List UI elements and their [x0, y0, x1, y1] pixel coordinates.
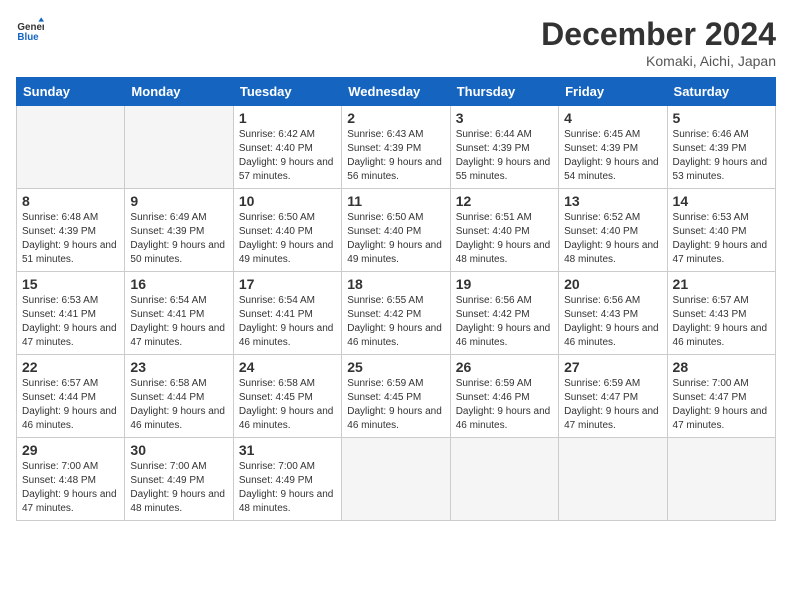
col-monday: Monday — [125, 78, 233, 106]
table-row: 4 Sunrise: 6:45 AMSunset: 4:39 PMDayligh… — [559, 106, 667, 189]
table-row: 27 Sunrise: 6:59 AMSunset: 4:47 PMDaylig… — [559, 355, 667, 438]
week-row-1: 1 Sunrise: 6:42 AMSunset: 4:40 PMDayligh… — [17, 106, 776, 189]
table-row: 18 Sunrise: 6:55 AMSunset: 4:42 PMDaylig… — [342, 272, 450, 355]
logo: General Blue — [16, 16, 44, 44]
col-thursday: Thursday — [450, 78, 558, 106]
table-row — [17, 106, 125, 189]
week-row-3: 15 Sunrise: 6:53 AMSunset: 4:41 PMDaylig… — [17, 272, 776, 355]
svg-text:Blue: Blue — [17, 32, 39, 43]
table-row: 19 Sunrise: 6:56 AMSunset: 4:42 PMDaylig… — [450, 272, 558, 355]
table-row: 25 Sunrise: 6:59 AMSunset: 4:45 PMDaylig… — [342, 355, 450, 438]
table-row: 5 Sunrise: 6:46 AMSunset: 4:39 PMDayligh… — [667, 106, 775, 189]
col-sunday: Sunday — [17, 78, 125, 106]
col-wednesday: Wednesday — [342, 78, 450, 106]
location: Komaki, Aichi, Japan — [541, 53, 776, 69]
calendar-table: Sunday Monday Tuesday Wednesday Thursday… — [16, 77, 776, 521]
table-row: 3 Sunrise: 6:44 AMSunset: 4:39 PMDayligh… — [450, 106, 558, 189]
month-title: December 2024 — [541, 16, 776, 53]
table-row: 10 Sunrise: 6:50 AMSunset: 4:40 PMDaylig… — [233, 189, 341, 272]
table-row: 24 Sunrise: 6:58 AMSunset: 4:45 PMDaylig… — [233, 355, 341, 438]
table-row: 2 Sunrise: 6:43 AMSunset: 4:39 PMDayligh… — [342, 106, 450, 189]
table-row: 31 Sunrise: 7:00 AMSunset: 4:49 PMDaylig… — [233, 438, 341, 521]
table-row: 26 Sunrise: 6:59 AMSunset: 4:46 PMDaylig… — [450, 355, 558, 438]
table-row: 30 Sunrise: 7:00 AMSunset: 4:49 PMDaylig… — [125, 438, 233, 521]
table-row: 28 Sunrise: 7:00 AMSunset: 4:47 PMDaylig… — [667, 355, 775, 438]
table-row — [342, 438, 450, 521]
table-row — [450, 438, 558, 521]
table-row: 12 Sunrise: 6:51 AMSunset: 4:40 PMDaylig… — [450, 189, 558, 272]
logo-icon: General Blue — [16, 16, 44, 44]
page-header: General Blue December 2024 Komaki, Aichi… — [16, 16, 776, 69]
header-row: Sunday Monday Tuesday Wednesday Thursday… — [17, 78, 776, 106]
table-row: 16 Sunrise: 6:54 AMSunset: 4:41 PMDaylig… — [125, 272, 233, 355]
table-row — [667, 438, 775, 521]
table-row: 15 Sunrise: 6:53 AMSunset: 4:41 PMDaylig… — [17, 272, 125, 355]
table-row: 13 Sunrise: 6:52 AMSunset: 4:40 PMDaylig… — [559, 189, 667, 272]
table-row: 1 Sunrise: 6:42 AMSunset: 4:40 PMDayligh… — [233, 106, 341, 189]
table-row: 8 Sunrise: 6:48 AMSunset: 4:39 PMDayligh… — [17, 189, 125, 272]
col-tuesday: Tuesday — [233, 78, 341, 106]
col-saturday: Saturday — [667, 78, 775, 106]
table-row: 17 Sunrise: 6:54 AMSunset: 4:41 PMDaylig… — [233, 272, 341, 355]
week-row-4: 22 Sunrise: 6:57 AMSunset: 4:44 PMDaylig… — [17, 355, 776, 438]
week-row-2: 8 Sunrise: 6:48 AMSunset: 4:39 PMDayligh… — [17, 189, 776, 272]
table-row: 21 Sunrise: 6:57 AMSunset: 4:43 PMDaylig… — [667, 272, 775, 355]
table-row: 14 Sunrise: 6:53 AMSunset: 4:40 PMDaylig… — [667, 189, 775, 272]
table-row: 11 Sunrise: 6:50 AMSunset: 4:40 PMDaylig… — [342, 189, 450, 272]
table-row — [125, 106, 233, 189]
table-row: 20 Sunrise: 6:56 AMSunset: 4:43 PMDaylig… — [559, 272, 667, 355]
title-section: December 2024 Komaki, Aichi, Japan — [541, 16, 776, 69]
table-row: 9 Sunrise: 6:49 AMSunset: 4:39 PMDayligh… — [125, 189, 233, 272]
table-row: 23 Sunrise: 6:58 AMSunset: 4:44 PMDaylig… — [125, 355, 233, 438]
table-row: 22 Sunrise: 6:57 AMSunset: 4:44 PMDaylig… — [17, 355, 125, 438]
table-row — [559, 438, 667, 521]
week-row-5: 29 Sunrise: 7:00 AMSunset: 4:48 PMDaylig… — [17, 438, 776, 521]
table-row: 29 Sunrise: 7:00 AMSunset: 4:48 PMDaylig… — [17, 438, 125, 521]
col-friday: Friday — [559, 78, 667, 106]
